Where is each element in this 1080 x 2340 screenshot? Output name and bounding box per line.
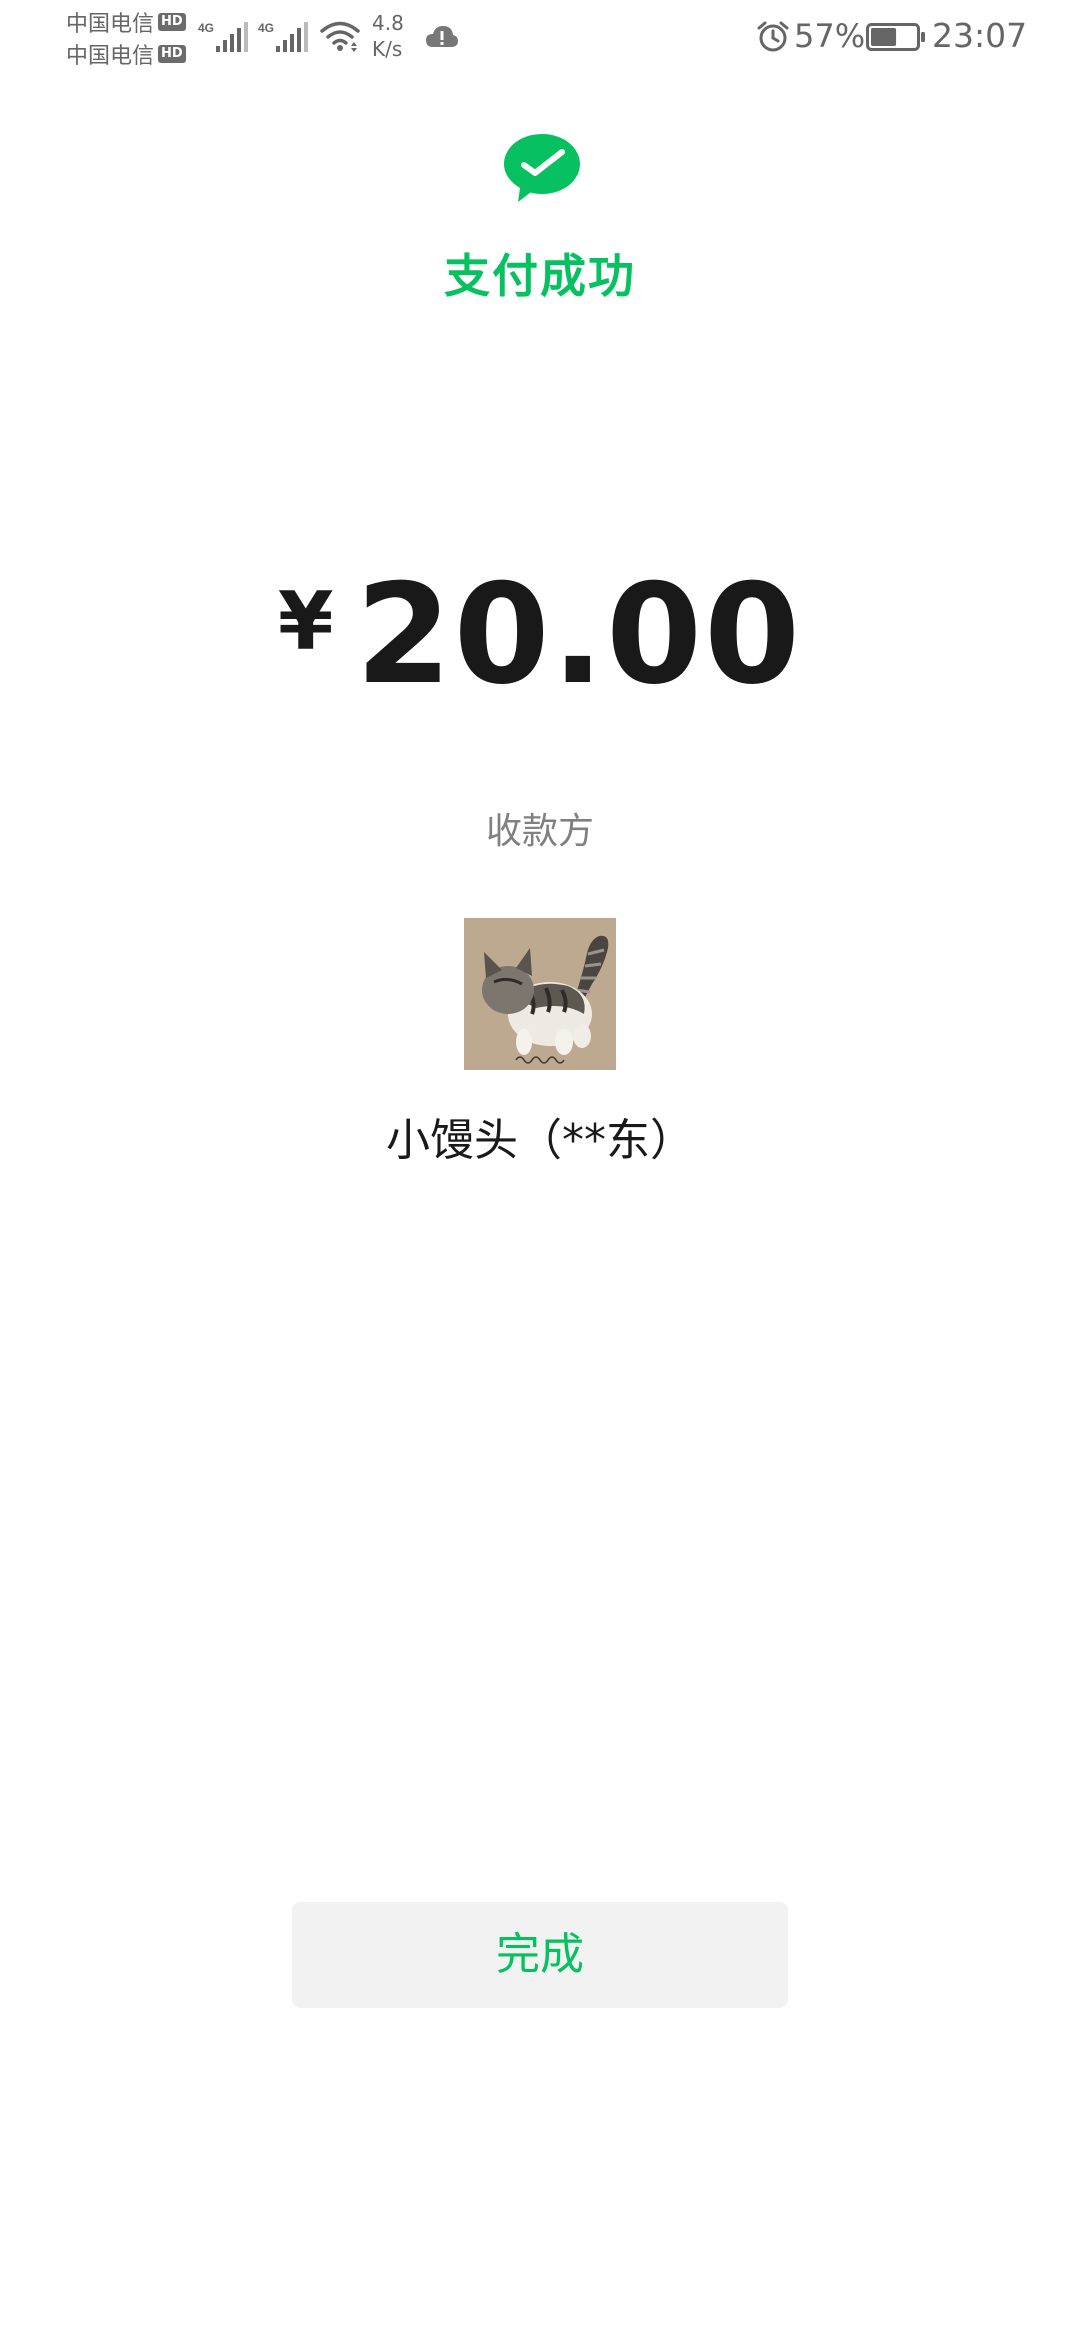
payment-status-title: 支付成功 (444, 249, 636, 303)
wifi-icon (320, 21, 360, 52)
battery-percent: 57% (794, 17, 866, 55)
hd-badge: HD (158, 13, 186, 31)
network-type-label: 4G (198, 21, 214, 35)
payment-amount: ¥20.00 (0, 560, 1080, 710)
payment-success-screen: 中国电信 HD 中国电信 HD 4G 4G 4.8 K/s 57% 23:07 … (0, 0, 1080, 2340)
network-speed: 4.8 K/s (372, 10, 422, 62)
network-speed-unit: K/s (372, 37, 403, 61)
carrier-info: 中国电信 HD 中国电信 HD (66, 6, 196, 70)
carrier-name: 中国电信 (66, 12, 155, 37)
signal-icon: 4G (258, 21, 308, 52)
hd-badge: HD (158, 45, 186, 63)
cloud-alert-icon (426, 26, 458, 47)
done-button[interactable]: 完成 (292, 1902, 788, 2008)
alarm-icon (757, 21, 789, 52)
carrier-line-1: 中国电信 HD (66, 6, 196, 38)
network-speed-value: 4.8 (372, 11, 404, 35)
carrier-line-2: 中国电信 HD (66, 38, 196, 70)
payee-avatar (464, 918, 616, 1070)
signal-icon: 4G (198, 21, 248, 52)
currency-symbol: ¥ (277, 575, 334, 668)
status-bar: 中国电信 HD 中国电信 HD 4G 4G 4.8 K/s 57% 23:07 (0, 0, 1080, 80)
amount-value: 20.00 (355, 554, 803, 715)
network-type-label: 4G (258, 21, 274, 35)
wechat-pay-check-icon (504, 134, 580, 202)
payee-name: 小馒头（**东） (386, 1115, 694, 1166)
battery-icon (866, 23, 925, 51)
battery-fill (871, 28, 897, 46)
carrier-name: 中国电信 (66, 44, 155, 69)
payee-label: 收款方 (485, 811, 594, 852)
clock: 23:07 (932, 16, 1028, 55)
